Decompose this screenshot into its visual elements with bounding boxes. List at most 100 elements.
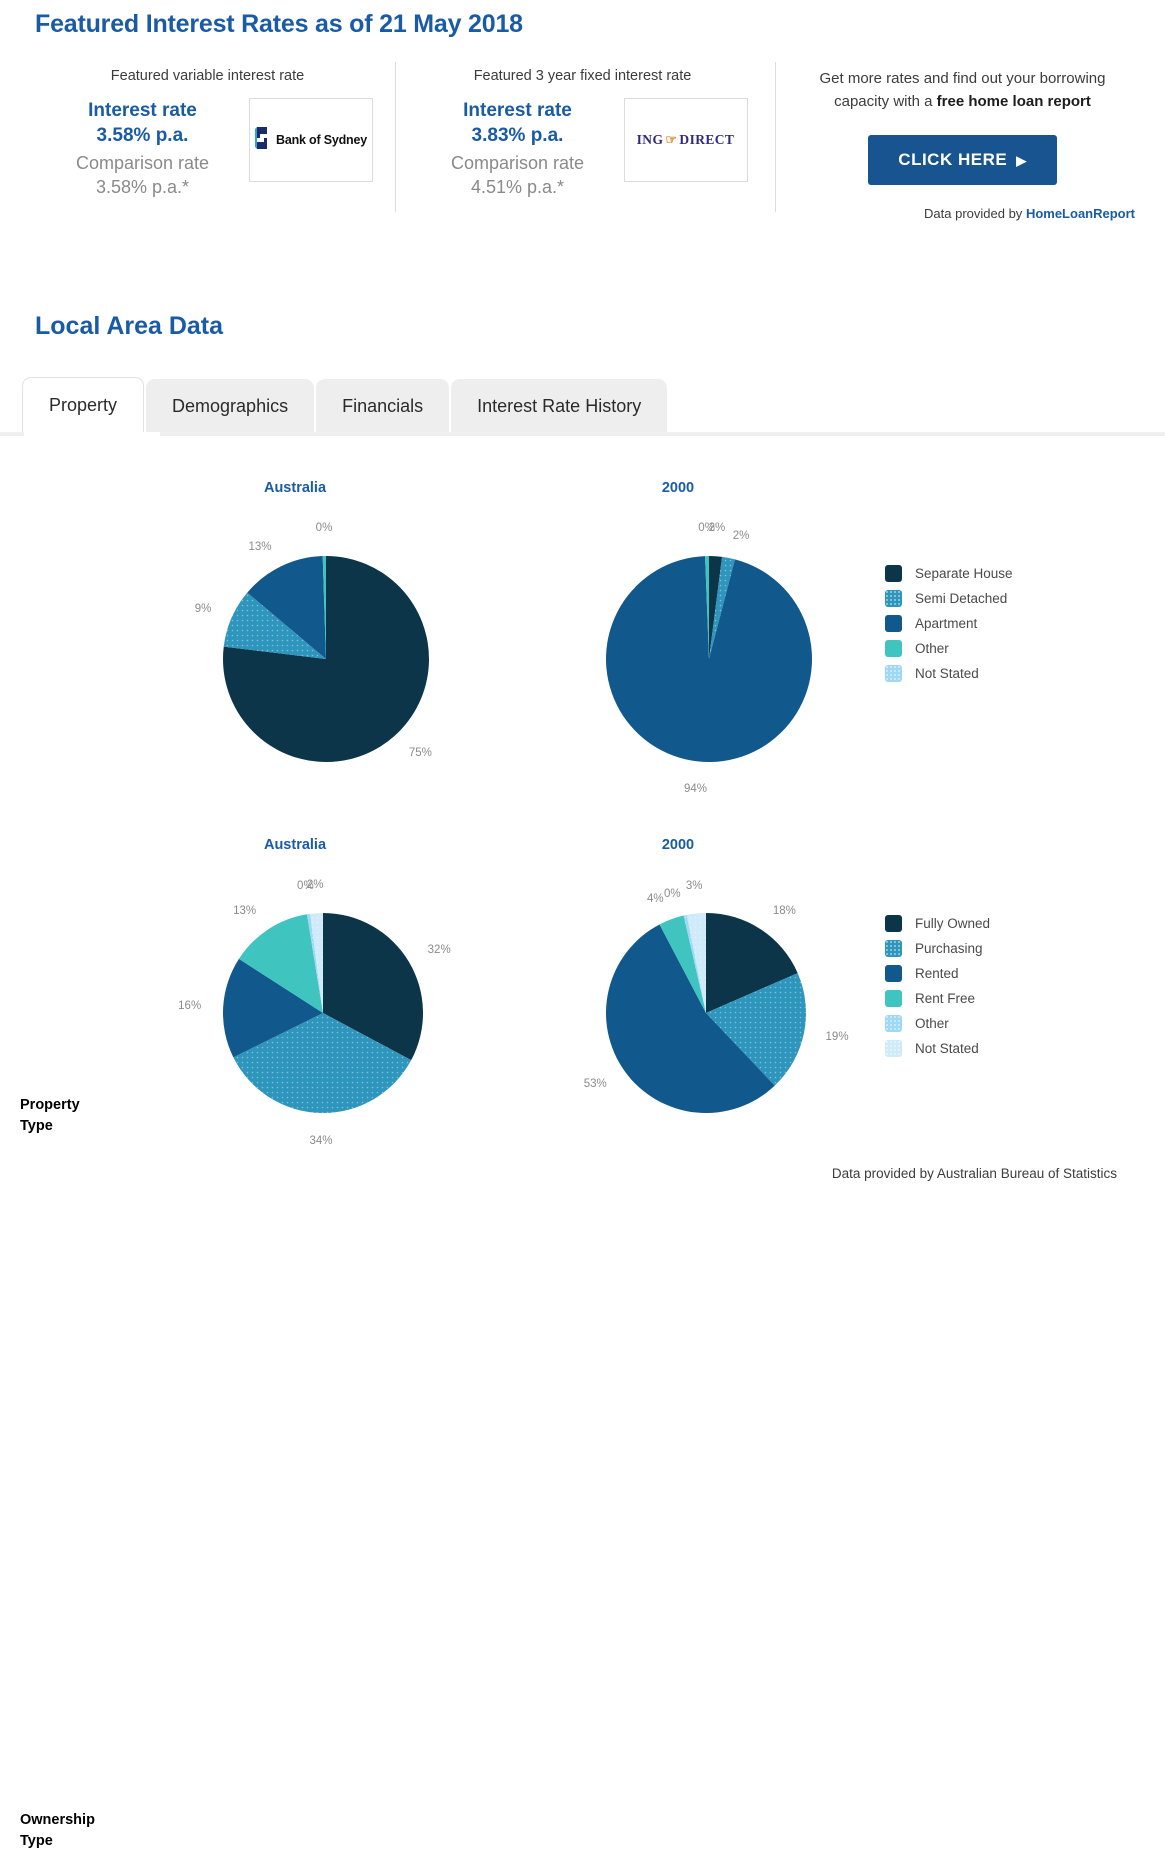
pie-slice-label: 0%: [664, 887, 681, 900]
legend-swatch-icon: [885, 615, 902, 632]
pie-slice-label: 13%: [248, 540, 272, 553]
legend-label: Rented: [915, 966, 959, 981]
row-label-ownership-type: Ownership Type: [20, 1810, 140, 1851]
legend-swatch-icon: [885, 915, 902, 932]
pie-slice-label: 94%: [683, 783, 707, 796]
credit-prefix: Data provided by: [924, 206, 1026, 221]
legend-item[interactable]: Semi Detached: [885, 590, 1013, 607]
pie-chart-ownership-2000: 2000 18% 19% 53% 4% 0% 3%: [558, 837, 849, 1161]
legend-swatch-icon: [885, 1015, 902, 1032]
pie-canvas-ownership-australia[interactable]: 32% 34% 16% 13% 0% 2%: [175, 865, 451, 1161]
featured-variable-rate-card: Featured variable interest rate Interest…: [30, 68, 385, 199]
pie-slice-label: 18%: [772, 904, 796, 917]
legend-item[interactable]: Rented: [885, 965, 990, 982]
pie-svg: [606, 556, 812, 762]
variable-rate-label: Interest rate: [88, 100, 197, 121]
legend-swatch-icon: [885, 990, 902, 1007]
legend-item[interactable]: Apartment: [885, 615, 1013, 632]
pie-slice-label: 53%: [583, 1077, 607, 1090]
ing-direct-logo-text-1: ING: [636, 132, 664, 147]
legend-label: Not Stated: [915, 1041, 979, 1056]
pie-slice-label: 4%: [647, 892, 664, 905]
legend-item[interactable]: Not Stated: [885, 665, 1013, 682]
tab-property[interactable]: Property: [22, 377, 145, 434]
column-divider-1: [395, 62, 396, 212]
pie-slice-label: 2%: [732, 530, 750, 543]
legend-label: Semi Detached: [915, 591, 1008, 606]
legend-swatch-icon: [885, 665, 902, 682]
legend-label: Fully Owned: [915, 916, 991, 931]
pie-slice-label: 0%: [315, 522, 333, 535]
legend-label: Apartment: [915, 616, 978, 631]
column-divider-2: [775, 62, 776, 212]
tab-financials[interactable]: Financials: [316, 379, 450, 434]
arrow-right-icon: ▶: [1016, 153, 1027, 168]
variable-comparison-label: Comparison rate: [75, 153, 210, 174]
pie-svg: [223, 556, 429, 762]
bank-of-sydney-logo-text: Bank of Sydney: [276, 133, 367, 147]
pie-title-2000: 2000: [661, 480, 695, 496]
variable-comparison-value: 3.58% p.a.*: [95, 177, 190, 198]
pie-slice-label: 75%: [408, 746, 432, 759]
tab-demographics[interactable]: Demographics: [146, 379, 315, 434]
legend-item[interactable]: Other: [885, 640, 1013, 657]
pie-chart-ownership-australia: Australia 32% 34% 16% 13% 0% 2%: [175, 837, 451, 1161]
fixed-rate-value: 3.83% p.a.: [471, 125, 564, 147]
pie-slice-label: 9%: [194, 603, 212, 616]
pie-slice-label: 34%: [309, 1134, 333, 1147]
legend-item[interactable]: Rent Free: [885, 990, 990, 1007]
legend-label: Other: [915, 1016, 949, 1031]
click-here-button[interactable]: CLICK HERE ▶: [868, 135, 1057, 185]
property-type-legend: Separate House Semi Detached Apartment Othe…: [885, 565, 1013, 690]
legend-swatch-icon: [885, 640, 902, 657]
pie-slice-label: 0%: [698, 522, 715, 535]
fixed-rate-figures: Interest rate 3.83% p.a. Comparison rate…: [418, 98, 618, 199]
tab-interest-rate-history[interactable]: Interest Rate History: [451, 379, 668, 434]
legend-label: Not Stated: [915, 666, 979, 681]
bank-of-sydney-mark-icon: [254, 125, 271, 156]
click-here-label: CLICK HERE: [898, 150, 1008, 169]
active-tab-underline-gap: [24, 432, 160, 436]
legend-swatch-icon: [885, 965, 902, 982]
pie-title-australia: Australia: [263, 837, 327, 853]
pie-slice-label: 32%: [427, 944, 451, 957]
legend-label: Other: [915, 641, 949, 656]
fixed-rate-label: Interest rate: [463, 100, 572, 121]
fixed-comparison-label: Comparison rate: [450, 153, 585, 174]
pie-slice-label: 2%: [306, 879, 324, 892]
pie-canvas-property-2000[interactable]: 2% 2% 94% 0%: [558, 508, 812, 810]
pie-canvas-ownership-2000[interactable]: 18% 19% 53% 4% 0% 3%: [558, 865, 849, 1161]
abs-footer-credit: Data provided by Australian Bureau of St…: [831, 1166, 1117, 1181]
legend-item[interactable]: Other: [885, 1015, 990, 1032]
legend-item[interactable]: Not Stated: [885, 1040, 990, 1057]
variable-rate-caption: Featured variable interest rate: [110, 68, 305, 84]
legend-item[interactable]: Fully Owned: [885, 915, 990, 932]
pie-title-2000: 2000: [661, 837, 695, 853]
fixed-comparison-value: 4.51% p.a.*: [470, 177, 565, 198]
ownership-type-legend: Fully Owned Purchasing Rented Rent Free Othe…: [885, 915, 990, 1065]
ing-lion-icon: ☞: [665, 132, 678, 147]
legend-item[interactable]: Purchasing: [885, 940, 990, 957]
legend-item[interactable]: Separate House: [885, 565, 1013, 582]
legend-swatch-icon: [885, 590, 902, 607]
promo-text: Get more rates and find out your borrowi…: [790, 68, 1135, 113]
pie-canvas-property-australia[interactable]: 75% 9% 13% 0%: [175, 508, 432, 810]
row-label-line-1: Ownership: [20, 1812, 95, 1828]
bank-of-sydney-logo-box: Bank of Sydney: [248, 98, 373, 182]
property-type-chart-row: Property Type Australia 75% 9% 13% 0% 2000 …: [0, 455, 1165, 1134]
homeloanreport-credit: Data provided by HomeLoanReport: [790, 206, 1135, 221]
pie-slice-label: 19%: [825, 1031, 849, 1044]
ing-direct-logo-text-2: DIRECT: [679, 132, 735, 147]
ing-direct-logo-box: ING ☞ DIRECT: [623, 98, 748, 182]
promo-panel: Get more rates and find out your borrowi…: [790, 68, 1136, 221]
ownership-type-chart-row: Ownership Type Australia 32% 34% 16% 13% 0% 2…: [0, 812, 1165, 1849]
pie-slice-label: 16%: [178, 1000, 202, 1013]
homeloanreport-link[interactable]: HomeLoanReport: [1026, 206, 1135, 221]
pie-slice-label: 13%: [233, 904, 257, 917]
pie-svg: [606, 913, 806, 1113]
pie-title-australia: Australia: [263, 480, 327, 496]
legend-label: Purchasing: [915, 941, 983, 956]
legend-swatch-icon: [885, 1040, 902, 1057]
pie-slice-label: 3%: [685, 879, 703, 892]
pie-svg: [223, 913, 423, 1113]
